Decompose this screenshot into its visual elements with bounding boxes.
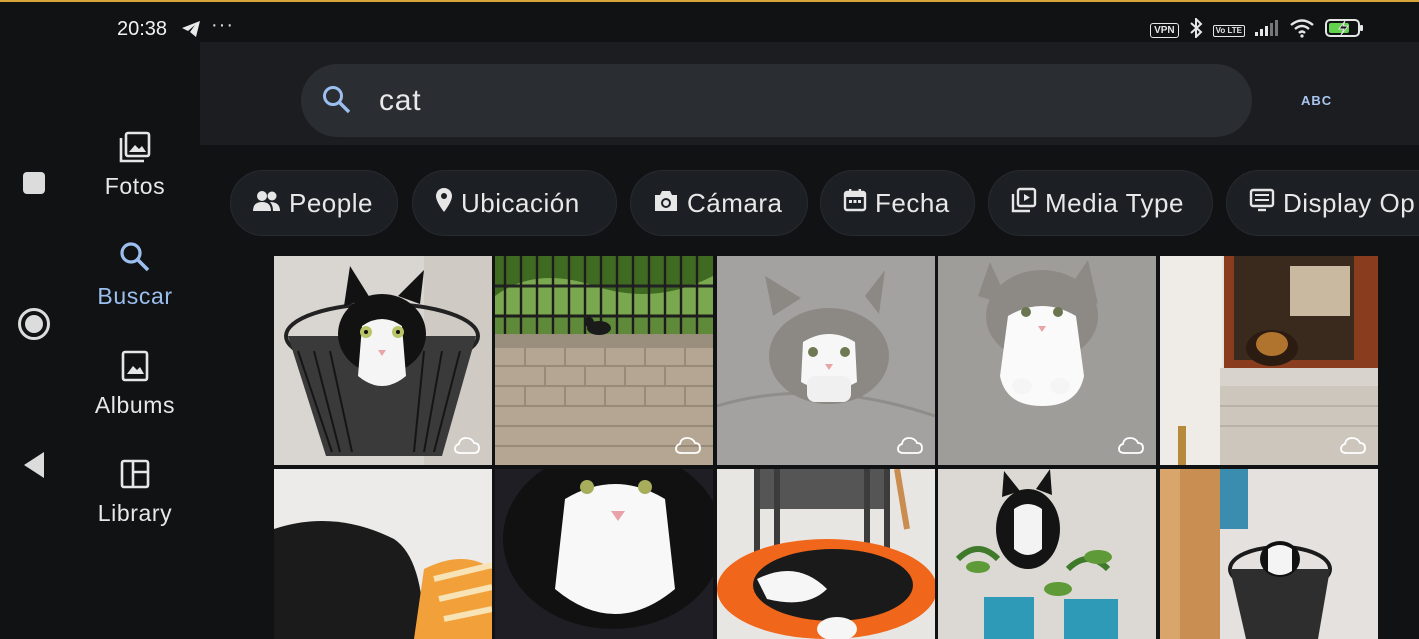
chip-label: Ubicación — [461, 187, 580, 218]
nav-label-library: Library — [97, 500, 173, 526]
cloud-backup-icon — [454, 437, 480, 455]
recents-square-button[interactable] — [22, 171, 46, 200]
nav-item-buscar[interactable]: Buscar — [70, 240, 200, 310]
chip-camara[interactable]: Cámara — [630, 170, 808, 236]
chip-fecha[interactable]: Fecha — [820, 170, 975, 236]
search-icon — [118, 242, 152, 278]
photo-tile[interactable] — [274, 469, 492, 639]
chip-label: Fecha — [875, 187, 950, 218]
app-navigation-rail: Fotos Buscar Albums Library — [70, 42, 200, 638]
chip-media-type[interactable]: Media Type — [988, 170, 1213, 236]
album-icon — [118, 350, 152, 387]
photo-tile[interactable] — [717, 256, 935, 465]
display-options-icon — [1249, 188, 1275, 219]
status-bar: 20:38 ··· VPN Vo LTE — [0, 2, 1419, 42]
bluetooth-icon — [1189, 16, 1203, 43]
chip-display-options[interactable]: Display Op — [1226, 170, 1419, 236]
nav-label-fotos: Fotos — [104, 173, 166, 199]
people-icon — [253, 188, 281, 219]
search-field-icon — [321, 84, 353, 121]
chip-ubicacion[interactable]: Ubicación — [412, 170, 617, 236]
back-triangle-button[interactable] — [22, 451, 46, 484]
photos-icon — [118, 131, 152, 168]
photo-tile[interactable] — [1160, 256, 1378, 465]
photo-tile[interactable] — [495, 256, 713, 465]
nav-item-fotos[interactable]: Fotos — [70, 130, 200, 200]
chip-label: Display Op — [1283, 187, 1416, 218]
home-circle-button[interactable] — [17, 307, 51, 346]
cloud-backup-icon — [897, 437, 923, 455]
chip-label: Media Type — [1045, 187, 1184, 218]
nav-item-library[interactable]: Library — [70, 457, 200, 527]
signal-icon — [1255, 20, 1279, 41]
cloud-backup-icon — [1118, 437, 1144, 455]
photo-tile[interactable] — [938, 469, 1156, 639]
status-time: 20:38 — [117, 18, 168, 40]
camera-icon — [653, 188, 679, 219]
volte-badge: Vo LTE — [1212, 24, 1245, 37]
filter-chips: People Ubicación Cámara Fecha Media Type… — [230, 170, 1419, 238]
library-icon — [118, 459, 152, 495]
chip-label: People — [289, 187, 373, 218]
nav-label-albums: Albums — [94, 392, 176, 418]
photo-tile[interactable] — [938, 256, 1156, 465]
photo-tile[interactable] — [274, 256, 492, 465]
vpn-badge: VPN — [1150, 23, 1179, 38]
photo-tile[interactable] — [495, 469, 713, 639]
photo-tile[interactable] — [1160, 469, 1378, 639]
search-bar[interactable] — [301, 64, 1252, 137]
search-input[interactable] — [377, 78, 1221, 124]
cloud-backup-icon — [675, 437, 701, 455]
battery-charging-icon — [1325, 18, 1365, 43]
nav-label-buscar: Buscar — [97, 283, 173, 309]
system-navigation-bar — [0, 42, 70, 638]
nav-item-albums[interactable]: Albums — [70, 349, 200, 419]
chip-people[interactable]: People — [230, 170, 398, 236]
keyboard-mode-button[interactable]: ABC — [1301, 93, 1332, 108]
location-pin-icon — [435, 187, 453, 220]
telegram-icon — [181, 20, 201, 43]
chip-label: Cámara — [687, 187, 783, 218]
cloud-backup-icon — [1340, 437, 1366, 455]
more-dots-icon: ··· — [211, 14, 234, 36]
photo-tile[interactable] — [717, 469, 935, 639]
calendar-icon — [843, 188, 867, 219]
media-type-icon — [1011, 187, 1037, 220]
wifi-icon — [1289, 18, 1315, 43]
